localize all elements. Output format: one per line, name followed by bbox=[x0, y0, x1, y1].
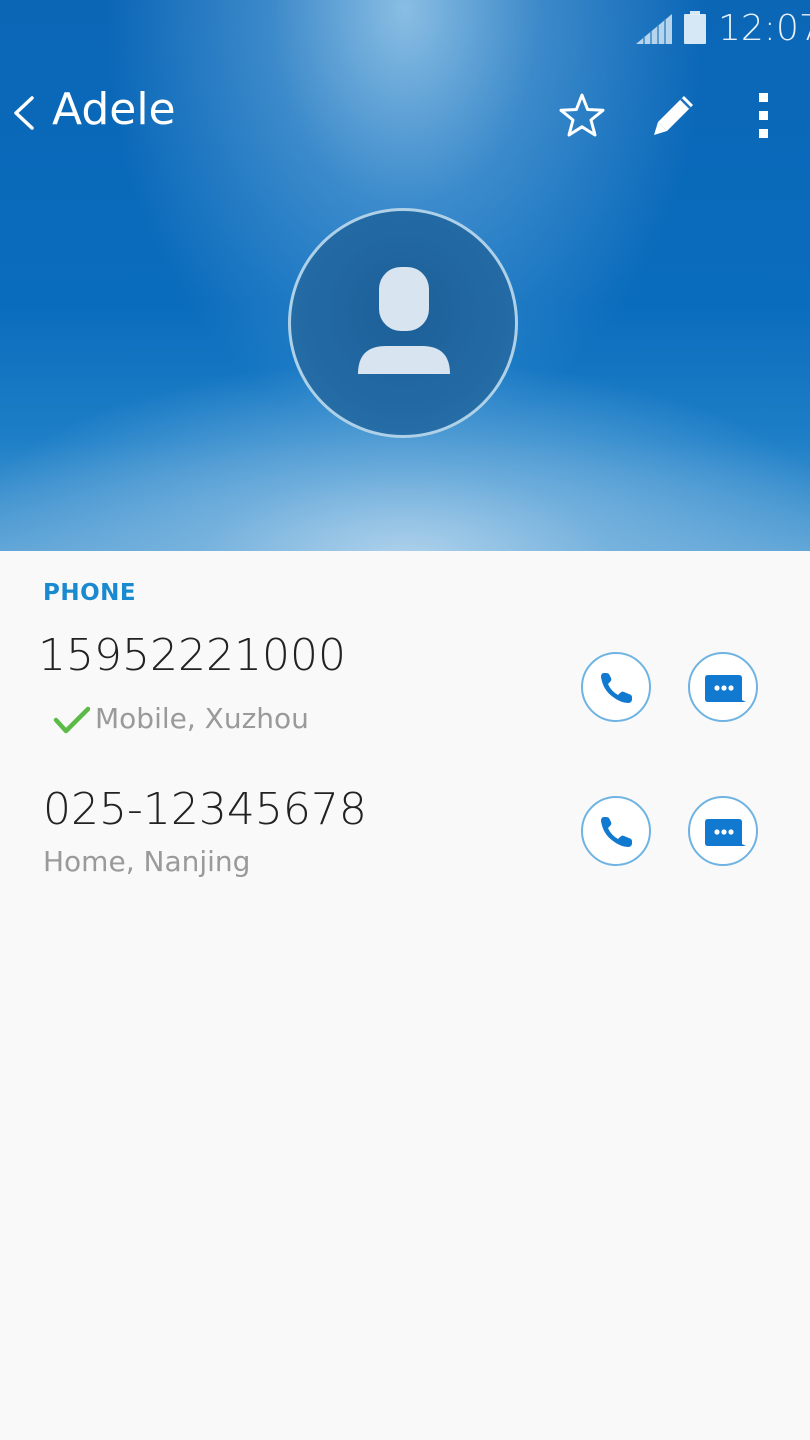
phone-icon bbox=[601, 673, 632, 703]
message-icon bbox=[705, 675, 746, 702]
battery-icon bbox=[684, 11, 706, 44]
edit-icon[interactable] bbox=[648, 90, 700, 142]
call-button[interactable] bbox=[581, 652, 651, 722]
status-time: 12:07 bbox=[718, 8, 810, 49]
message-button[interactable] bbox=[688, 796, 758, 866]
phone-number[interactable]: 15952221000 bbox=[38, 630, 346, 681]
star-icon[interactable] bbox=[556, 90, 608, 142]
status-bar: 12:07 bbox=[0, 0, 810, 60]
phone-type-label: Mobile, Xuzhou bbox=[95, 702, 309, 735]
message-button[interactable] bbox=[688, 652, 758, 722]
phone-location: Nanjing bbox=[143, 845, 251, 878]
call-button[interactable] bbox=[581, 796, 651, 866]
phone-location: Xuzhou bbox=[204, 702, 309, 735]
phone-type-label: Home, Nanjing bbox=[43, 845, 250, 878]
phone-type: Mobile, bbox=[95, 702, 196, 735]
back-icon[interactable] bbox=[6, 88, 46, 138]
contact-header: 12:07 Adele bbox=[0, 0, 810, 551]
phone-type: Home, bbox=[43, 845, 135, 878]
contact-avatar[interactable] bbox=[288, 208, 518, 438]
more-icon[interactable] bbox=[748, 90, 780, 142]
signal-icon bbox=[636, 14, 672, 44]
phone-icon bbox=[601, 817, 632, 847]
phone-number[interactable]: 025-12345678 bbox=[43, 784, 367, 835]
check-icon bbox=[53, 706, 91, 734]
phone-section-label: PHONE bbox=[43, 580, 137, 606]
message-icon bbox=[705, 819, 746, 846]
person-icon bbox=[358, 267, 450, 374]
contact-name-title: Adele bbox=[52, 84, 176, 135]
